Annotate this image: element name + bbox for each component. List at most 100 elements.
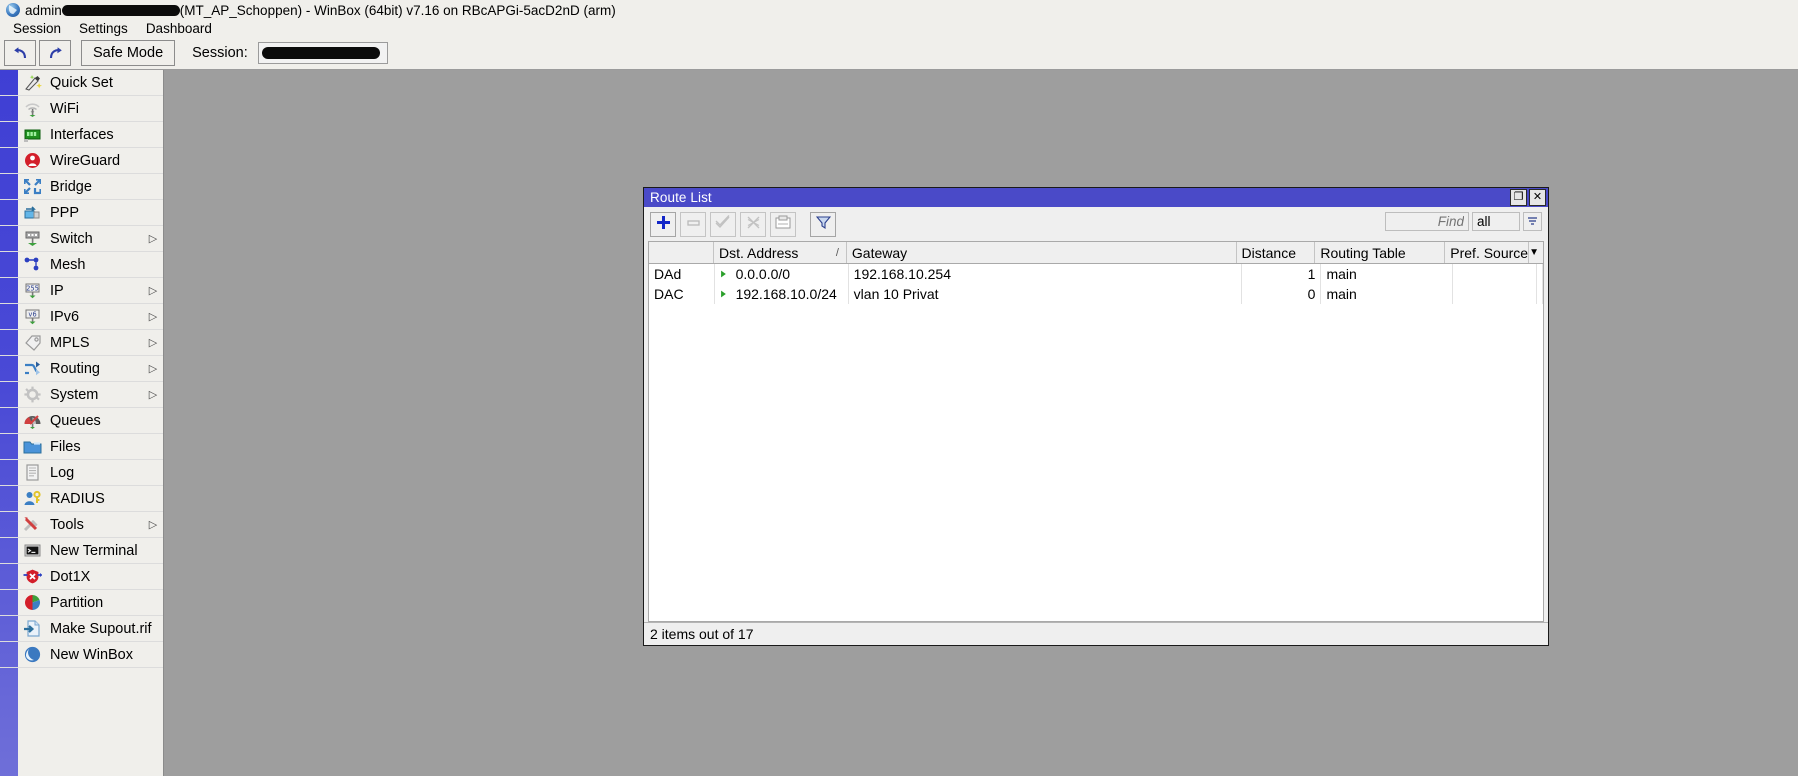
column-header-pref_source[interactable]: Pref. Source [1445,242,1530,263]
table-row[interactable]: DAC 192.168.10.0/24 vlan 10 Privat 0 main [649,284,1543,304]
app-title-user: admin [25,2,62,18]
supout-file-icon [22,620,42,638]
app-title-suffix: (MT_AP_Schoppen) - WinBox (64bit) v7.16 … [179,2,616,18]
undo-icon [12,46,29,61]
sidebar-item-bridge[interactable]: Bridge [0,174,163,200]
sidebar-item-list: Quick Set WiFi Interfaces WireGuard Bridge PP… [0,70,163,668]
table-cell-flags: DAC [649,284,715,304]
sidebar-item-log[interactable]: Log [0,460,163,486]
enable-button[interactable] [710,211,736,237]
session-value-field[interactable] [257,42,388,64]
queues-gauge-icon [22,412,42,430]
sidebar-item-mpls[interactable]: MPLS ▷ [0,330,163,356]
sidebar-item-queues[interactable]: Queues [0,408,163,434]
find-input[interactable] [1385,212,1469,231]
table-cell-flags: DAd [649,264,715,284]
sidebar-item-label: PPP [50,204,80,221]
menu-item-settings[interactable]: Settings [70,20,137,37]
menu-item-session[interactable]: Session [4,20,70,37]
sidebar-item-new-terminal[interactable]: New Terminal [0,538,163,564]
column-header-routing_table[interactable]: Routing Table [1315,242,1446,263]
column-menu-button[interactable]: ▼ [1529,242,1543,263]
column-header-dst_address[interactable]: Dst. Address / [714,242,847,263]
check-icon [715,214,731,234]
column-header-distance[interactable]: Distance [1237,242,1316,263]
wireguard-icon [22,152,42,170]
table-cell-distance: 1 [1242,264,1322,284]
column-header-label: Routing Table [1320,244,1406,261]
sidebar-item-dot1x[interactable]: Dot1X [0,564,163,590]
terminal-icon [22,542,42,560]
sidebar-item-mesh[interactable]: Mesh [0,252,163,278]
cross-icon [746,215,761,234]
column-header-label: Distance [1241,244,1296,261]
sidebar-item-ppp[interactable]: PPP [0,200,163,226]
column-header-label: Pref. Source [1450,244,1529,261]
table-row[interactable]: DAd 0.0.0.0/0 192.168.10.254 1 main [649,264,1543,284]
sidebar-item-label: Dot1X [50,568,91,585]
sidebar-item-wireguard[interactable]: WireGuard [0,148,163,174]
sidebar-item-radius[interactable]: RADIUS [0,486,163,512]
remove-button[interactable] [680,211,706,237]
menu-item-dashboard[interactable]: Dashboard [137,20,221,37]
column-header-flags[interactable] [649,242,715,263]
sidebar-item-interfaces[interactable]: Interfaces [0,122,163,148]
comment-button[interactable] [770,211,796,237]
route-list-titlebar[interactable]: Route List ❐ ✕ [644,188,1548,207]
sidebar-item-system[interactable]: System ▷ [0,382,163,408]
table-cell-pref_source [1453,264,1537,284]
table-cell-routing_table: main [1321,264,1453,284]
route-list-title: Route List [650,190,712,205]
ip-icon: 255 [22,282,42,300]
sidebar-item-partition[interactable]: Partition [0,590,163,616]
network-card-icon [22,126,42,144]
sidebar-item-make-supout-rif[interactable]: Make Supout.rif [0,616,163,642]
magic-wand-icon [22,74,42,92]
add-button[interactable] [650,211,676,237]
column-header-label: Gateway [851,244,908,261]
sidebar-item-label: Switch [50,230,93,247]
redo-button[interactable] [39,40,71,66]
disable-button[interactable] [740,211,766,237]
submenu-arrow-icon: ▷ [148,285,158,297]
scope-dropdown-button[interactable] [1523,212,1542,231]
partition-pie-icon [22,594,42,612]
sidebar-item-quick-set[interactable]: Quick Set [0,70,163,96]
table-cell-dst_address: 192.168.10.0/24 [715,284,849,304]
sidebar-item-ipv6[interactable]: v6 IPv6 ▷ [0,304,163,330]
sidebar-item-switch[interactable]: Switch ▷ [0,226,163,252]
submenu-arrow-icon: ▷ [148,519,158,531]
table-cell-value: 0.0.0.0/0 [735,266,791,282]
route-list-toolbar: all [644,207,1548,241]
safe-mode-button[interactable]: Safe Mode [81,40,176,66]
routing-icon [22,360,42,378]
sidebar-item-label: IP [50,282,64,299]
sidebar-item-label: Queues [50,412,101,429]
sidebar-item-tools[interactable]: Tools ▷ [0,512,163,538]
minus-icon [686,215,701,234]
undo-button[interactable] [4,40,36,66]
restore-button[interactable]: ❐ [1510,189,1527,206]
filter-button[interactable] [810,211,836,237]
submenu-arrow-icon: ▷ [148,363,158,375]
sidebar-item-ip[interactable]: 255 IP ▷ [0,278,163,304]
sidebar-item-routing[interactable]: Routing ▷ [0,356,163,382]
sidebar-item-label: Routing [50,360,100,377]
route-list-window: Route List ❐ ✕ Find all Dst. Address / G… [643,187,1549,646]
sidebar-item-label: WiFi [50,100,79,117]
menubar: Session Settings Dashboard [0,20,1798,37]
route-table-header: Dst. Address / Gateway Distance Routing Tabl… [649,242,1543,264]
sidebar-item-label: Quick Set [50,74,113,91]
column-header-gateway[interactable]: Gateway [847,242,1237,263]
sidebar-item-new-winbox[interactable]: New WinBox [0,642,163,668]
close-button[interactable]: ✕ [1529,189,1546,206]
wifi-icon [22,100,42,118]
sidebar-item-wifi[interactable]: WiFi [0,96,163,122]
sidebar-item-files[interactable]: Files [0,434,163,460]
app-title: admin (MT_AP_Schoppen) - WinBox (64bit) v… [25,3,616,18]
mpls-tag-icon [22,334,42,352]
sidebar-item-label: Mesh [50,256,86,273]
scope-select[interactable]: all [1472,212,1520,231]
route-list-search-tools: all [1385,212,1542,231]
table-cell-filler [1537,284,1543,304]
